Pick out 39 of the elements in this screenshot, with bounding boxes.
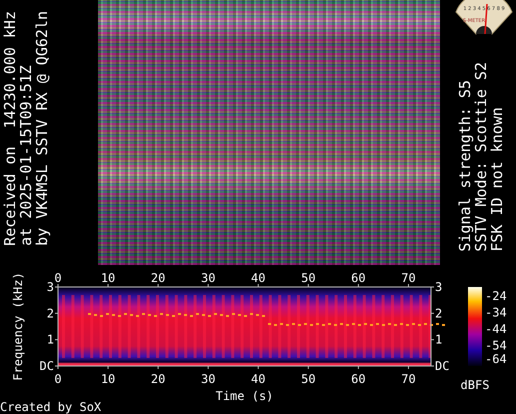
- axis-tick-label: 50: [301, 372, 316, 386]
- decode-info-text: SSTV Mode: Scottie S2: [474, 62, 489, 252]
- axis-title: Time (s): [216, 389, 274, 403]
- decode-info-text: Signal strength: S5: [458, 79, 473, 252]
- axis-title: Frequency (kHz): [11, 272, 25, 381]
- colorbar-tick-label: -34: [485, 306, 507, 320]
- axis-tick-label: 2: [46, 306, 54, 320]
- axis-tick-label: 60: [351, 372, 366, 386]
- axis-tick-label: DC: [40, 359, 54, 373]
- colorbar-tick-label: -54: [485, 338, 507, 352]
- axis-tick-label: 2: [435, 306, 442, 320]
- axis-tick-label: 1: [46, 332, 54, 347]
- axis-tick-label: 60: [351, 271, 366, 285]
- axis-tick-label: 0: [54, 271, 62, 285]
- axis-tick-label: 0: [54, 372, 62, 386]
- axis-tick-label: 50: [301, 271, 316, 285]
- axis-tick-label: 20: [150, 271, 166, 285]
- reception-info-text: Received on 14230.000 kHz: [3, 11, 18, 246]
- axis-tick-label: 30: [200, 271, 216, 285]
- axis-tick-label: DC: [435, 359, 450, 373]
- colorbar-tick-label: -24: [485, 289, 507, 303]
- colorbar-unit: dBFS: [460, 378, 490, 392]
- axis-tick-label: 20: [150, 372, 166, 386]
- axis-tick-label: 1: [435, 332, 442, 347]
- footer-credit: Created by SoX: [0, 400, 102, 414]
- axis-tick-label: 70: [401, 372, 416, 386]
- axis-tick-label: 3: [435, 280, 442, 294]
- axis-tick-label: 40: [251, 372, 266, 386]
- axis-tick-label: 70: [401, 271, 416, 285]
- axis-tick-label: 10: [100, 372, 116, 386]
- axis-tick-label: 40: [251, 271, 266, 285]
- axis-tick-label: 30: [200, 372, 216, 386]
- reception-info-text: at 2025-01-15T09:51Z: [19, 64, 34, 246]
- reception-info-text: by VK4MSL SSTV RX @ QG62ln: [35, 11, 50, 246]
- axis-tick-label: 10: [100, 271, 116, 285]
- colorbar-tick-label: -64: [485, 352, 507, 366]
- axis-tick-label: 3: [46, 280, 54, 294]
- decode-info-text: FSK ID not known: [490, 106, 505, 252]
- colorbar-tick-label: -44: [485, 322, 507, 336]
